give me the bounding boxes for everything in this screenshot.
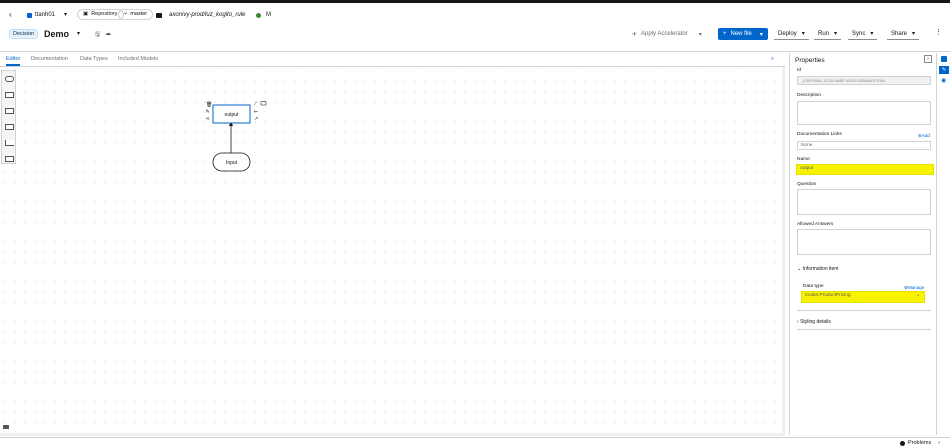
question-textarea[interactable] — [797, 189, 931, 215]
doc-links-label: Documentation Links — [797, 132, 842, 137]
preview-eye-icon[interactable]: ◉ — [941, 77, 946, 84]
styling-details-section[interactable]: › Styling details — [797, 319, 831, 325]
chevron-down-icon: ⌄ — [915, 293, 920, 298]
decision-node-label: output — [225, 112, 240, 118]
edit-mode-icon[interactable]: ✎ — [939, 66, 949, 74]
properties-title: Properties — [795, 57, 825, 64]
trash-icon[interactable]: 🗑 — [206, 101, 212, 108]
data-type-select[interactable]: model.ProductPricing ⌄ — [801, 291, 925, 303]
description-textarea[interactable] — [797, 101, 931, 125]
information-item-label: Information item — [802, 266, 839, 272]
minimap-icon[interactable] — [3, 425, 9, 429]
problems-button[interactable]: Problems › — [900, 440, 940, 446]
connector-icon[interactable]: ⟋ — [254, 101, 258, 107]
allowed-answers-label: Allowed Answers — [797, 222, 834, 227]
exclamation-circle-icon — [900, 440, 905, 446]
add-link-button[interactable]: ⊕Add — [918, 133, 930, 139]
chevron-right-icon: › — [938, 440, 941, 446]
horizontal-scrollbar[interactable] — [0, 433, 785, 436]
styling-details-label: Styling details — [800, 319, 831, 325]
properties-panel: Properties › Id _E3EF9481-1CD6-48BF-AD93… — [789, 53, 935, 435]
section-divider — [797, 329, 931, 330]
information-item-section[interactable]: ⌄ Information item — [797, 266, 838, 272]
description-label: Description — [797, 93, 821, 98]
edit-icon[interactable]: ✎ — [206, 109, 210, 115]
id-field: _E3EF9481-1CD6-48BF-AD93-B2B65A7F3184 — [797, 76, 931, 85]
add-decision-icon[interactable] — [260, 101, 267, 106]
allowed-answers-textarea[interactable] — [797, 229, 931, 255]
name-field[interactable]: output — [796, 164, 934, 175]
id-label: Id — [797, 68, 802, 73]
doc-links-field[interactable]: None — [797, 141, 931, 150]
name-label: Name — [797, 157, 810, 162]
data-type-value: model.ProductPricing — [805, 293, 851, 298]
share-icon[interactable]: ⋖ — [206, 116, 210, 122]
add-association-icon[interactable]: ↗ — [254, 116, 258, 122]
manage-label: Manage — [908, 285, 925, 290]
collapse-panel-icon[interactable]: › — [924, 55, 932, 63]
right-rail: ✎ ◉ — [936, 53, 950, 435]
vertical-scrollbar[interactable] — [782, 67, 785, 433]
section-divider — [797, 310, 931, 311]
add-annotation-icon[interactable]: ⊢ — [254, 108, 258, 115]
bottom-bar: Problems › — [0, 437, 950, 448]
properties-panel-icon[interactable] — [941, 56, 947, 62]
question-label: Question — [797, 182, 817, 187]
input-data-node-label: Input — [226, 160, 238, 166]
add-link-label: Add — [921, 133, 930, 138]
problems-label: Problems — [908, 440, 932, 446]
data-type-label: Data type — [803, 284, 824, 289]
